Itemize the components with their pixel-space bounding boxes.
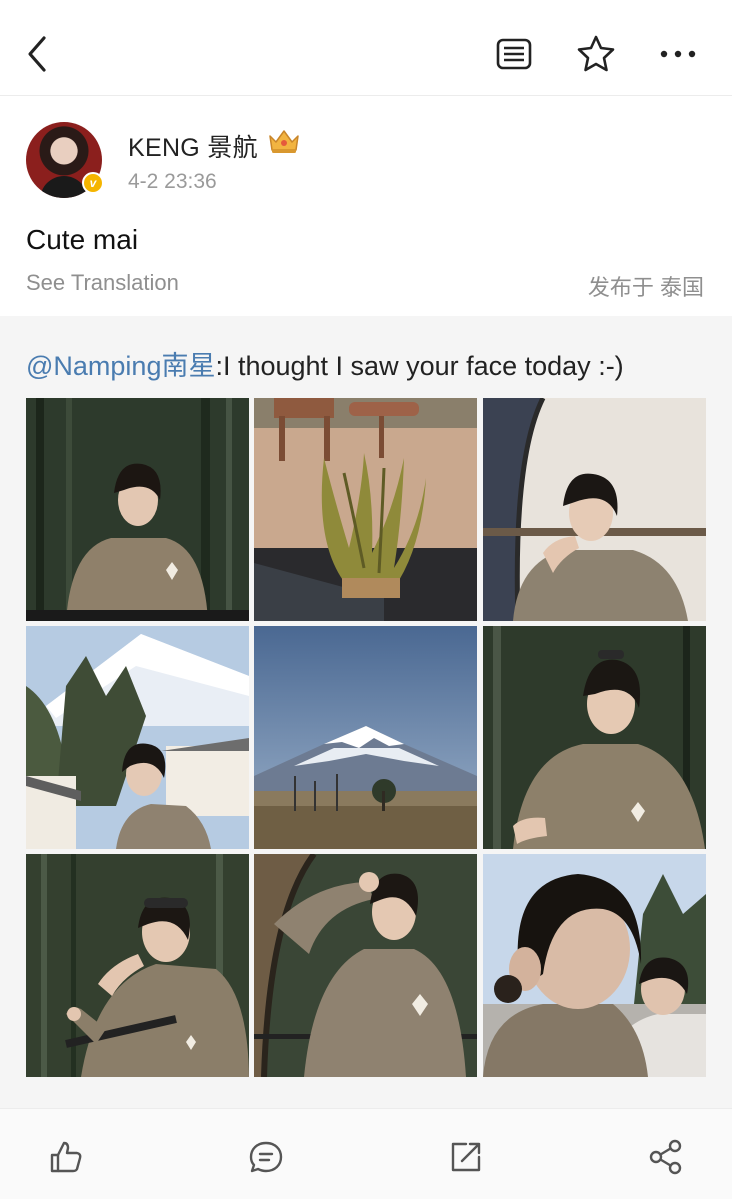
photo-grid — [26, 398, 706, 1078]
post-time: 4-2 23:36 — [128, 170, 217, 193]
post-text: Cute mai — [26, 224, 139, 255]
reader-mode-icon[interactable] — [494, 34, 534, 74]
post-location: 发布于 泰国 — [587, 275, 704, 300]
repost-body: :I thought I saw your face today :-) — [215, 351, 624, 381]
photo-9[interactable] — [483, 854, 706, 1077]
mention-link[interactable]: @Namping南星 — [26, 351, 215, 381]
author-name[interactable]: KENG 景航 — [128, 128, 258, 164]
photo-2[interactable] — [254, 398, 477, 621]
post-header: v KENG 景航 4-2 23:36 Cute mai See Transla… — [0, 96, 732, 316]
photo-3[interactable] — [483, 398, 706, 621]
photo-5[interactable] — [254, 626, 477, 849]
verified-badge-icon: v — [82, 172, 104, 194]
photo-6[interactable] — [483, 626, 706, 849]
back-chevron-left-icon[interactable] — [22, 34, 56, 74]
see-translation-link[interactable]: See Translation — [26, 270, 179, 296]
photo-1[interactable] — [26, 398, 249, 621]
more-dots-icon[interactable] — [658, 34, 698, 74]
repost-text: @Namping南星:I thought I saw your face tod… — [26, 344, 624, 383]
repost-icon[interactable] — [448, 1139, 484, 1175]
share-icon[interactable] — [648, 1139, 684, 1175]
bottom-action-bar — [0, 1108, 732, 1199]
photo-8[interactable] — [254, 854, 477, 1077]
comment-icon[interactable] — [248, 1139, 284, 1175]
photo-4[interactable] — [26, 626, 249, 849]
star-icon[interactable] — [576, 34, 616, 74]
reposted-content[interactable]: @Namping南星:I thought I saw your face tod… — [0, 316, 732, 1108]
top-navigation-bar — [0, 0, 732, 96]
photo-7[interactable] — [26, 854, 249, 1077]
crown-icon — [266, 126, 302, 156]
thumbs-up-icon[interactable] — [48, 1139, 84, 1175]
